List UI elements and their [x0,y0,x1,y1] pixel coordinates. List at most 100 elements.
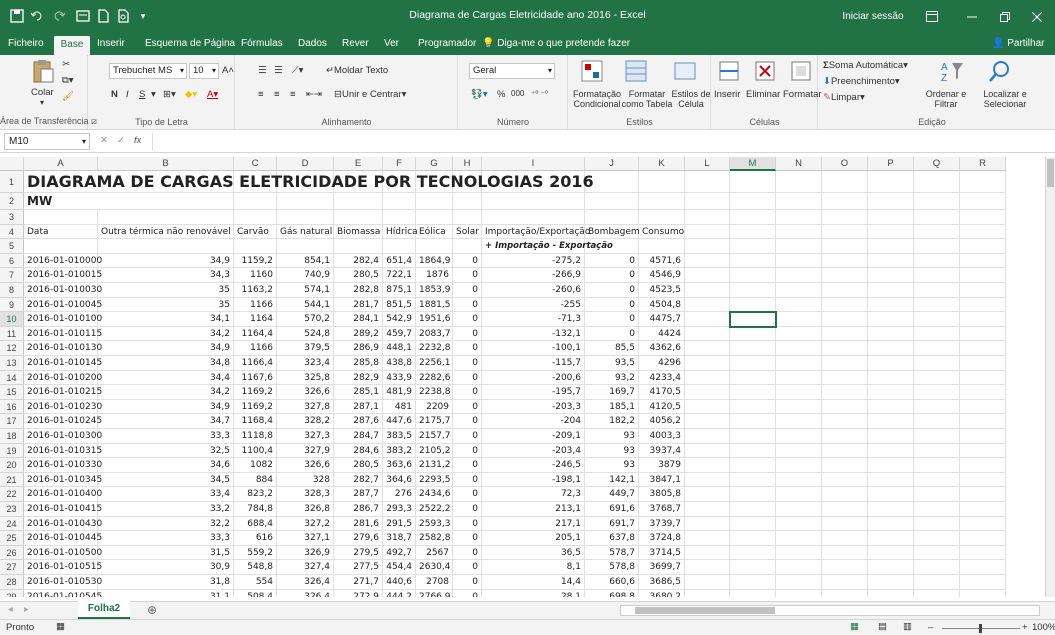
empty-cell[interactable] [914,297,960,313]
empty-cell[interactable] [960,239,1006,254]
value-cell[interactable]: 3739,7 [639,516,685,532]
empty-cell[interactable] [868,297,914,313]
row-header[interactable]: 2 [0,193,24,210]
value-cell[interactable]: 2157,7 [416,429,453,444]
conditional-formatting-button[interactable]: Formatação Condicional [571,89,623,109]
value-cell[interactable]: 722,1 [383,268,416,283]
font-size-dropdown[interactable]: 10 ▾ [189,63,219,79]
value-cell[interactable]: 1951,6 [416,312,453,327]
empty-cell[interactable] [960,443,1006,459]
value-cell[interactable]: 34,3 [98,268,234,283]
empty-cell[interactable] [822,458,868,473]
empty-cell[interactable] [914,589,960,597]
value-cell[interactable]: 36,5 [482,545,585,561]
column-header-k[interactable]: K [639,157,685,171]
empty-cell[interactable] [960,516,1006,532]
value-cell[interactable]: 35 [98,297,234,313]
value-cell[interactable]: 1082 [234,458,277,473]
row-header[interactable]: 24 [0,516,24,532]
value-cell[interactable]: -275,2 [482,253,585,269]
column-header-c[interactable]: C [234,157,277,171]
value-cell[interactable]: 282,8 [334,283,383,298]
column-label[interactable]: Consumo [639,224,685,240]
row-header[interactable]: 20 [0,458,24,473]
value-cell[interactable]: 2105,2 [416,443,453,459]
insert-button[interactable]: Inserir [714,89,740,100]
empty-cell[interactable] [685,560,730,575]
value-cell[interactable]: 282,7 [334,472,383,488]
value-cell[interactable]: 1167,6 [234,370,277,386]
empty-cell[interactable] [334,239,383,254]
empty-cell[interactable] [685,399,730,415]
row-header[interactable]: 29 [0,589,24,597]
value-cell[interactable]: 1160 [234,268,277,283]
empty-cell[interactable] [416,210,453,225]
empty-cell[interactable] [868,312,914,327]
value-cell[interactable]: 276 [383,487,416,502]
value-cell[interactable]: 1166,4 [234,356,277,371]
magnifier-icon[interactable] [987,58,1013,84]
value-cell[interactable]: 433,9 [383,370,416,386]
value-cell[interactable]: 0 [453,487,482,502]
value-cell[interactable]: 291,5 [383,516,416,532]
row-header[interactable]: 8 [0,283,24,298]
value-cell[interactable]: 1164 [234,312,277,327]
empty-cell[interactable] [914,545,960,561]
empty-cell[interactable] [822,239,868,254]
empty-cell[interactable] [960,575,1006,590]
value-cell[interactable]: 326,8 [277,502,334,517]
value-cell[interactable]: 0 [453,253,482,269]
value-cell[interactable]: 1876 [416,268,453,283]
value-cell[interactable]: 327,1 [277,531,334,546]
value-cell[interactable]: 289,2 [334,326,383,342]
row-header[interactable]: 12 [0,341,24,356]
column-header-n[interactable]: N [776,157,822,171]
empty-cell[interactable] [98,239,234,254]
value-cell[interactable]: 35 [98,283,234,298]
empty-cell[interactable] [234,239,277,254]
value-cell[interactable]: 328 [277,472,334,488]
empty-cell[interactable] [822,253,868,269]
insert-function-icon[interactable]: fx [134,135,141,146]
page-break-view-icon[interactable]: ▥ [903,621,912,632]
value-cell[interactable]: 93 [585,429,639,444]
font-color-icon[interactable]: A▾ [207,89,218,100]
empty-cell[interactable] [730,385,776,400]
empty-cell[interactable] [776,326,822,342]
empty-cell[interactable] [960,399,1006,415]
empty-cell[interactable] [730,297,776,313]
date-cell[interactable]: 2016-01-010415 [24,502,102,517]
value-cell[interactable]: -198,1 [482,472,585,488]
zoom-in-icon[interactable]: + [1022,622,1028,633]
empty-cell[interactable] [868,210,914,225]
empty-cell[interactable] [822,193,868,210]
value-cell[interactable]: 0 [585,253,639,269]
value-cell[interactable]: 34,8 [98,356,234,371]
clear-button[interactable]: ✎ Limpar ▾ [823,92,865,103]
orientation-icon[interactable]: ⟋▾ [292,65,303,76]
h-scroll-thumb[interactable] [635,607,775,614]
value-cell[interactable]: 4233,4 [639,370,685,386]
tab-page-layout[interactable]: Esquema de Página [145,33,235,55]
zoom-slider[interactable] [942,624,1020,633]
date-cell[interactable]: 2016-01-010530 [24,575,102,590]
empty-cell[interactable] [334,210,383,225]
row-header[interactable]: 11 [0,326,24,342]
zoom-slider-thumb[interactable] [979,624,982,633]
value-cell[interactable]: 4424 [639,326,685,342]
value-cell[interactable]: 823,2 [234,487,277,502]
value-cell[interactable]: 277,5 [334,560,383,575]
empty-cell[interactable] [776,224,822,240]
empty-cell[interactable] [868,414,914,429]
value-cell[interactable]: 1159,2 [234,253,277,269]
empty-cell[interactable] [730,575,776,590]
value-cell[interactable]: 2238,8 [416,385,453,400]
empty-cell[interactable] [685,341,730,356]
empty-cell[interactable] [960,458,1006,473]
empty-cell[interactable] [730,443,776,459]
row-header[interactable]: 15 [0,385,24,400]
empty-cell[interactable] [776,545,822,561]
date-cell[interactable]: 2016-01-010330 [24,458,102,473]
value-cell[interactable]: 637,8 [585,531,639,546]
value-cell[interactable]: 554 [234,575,277,590]
